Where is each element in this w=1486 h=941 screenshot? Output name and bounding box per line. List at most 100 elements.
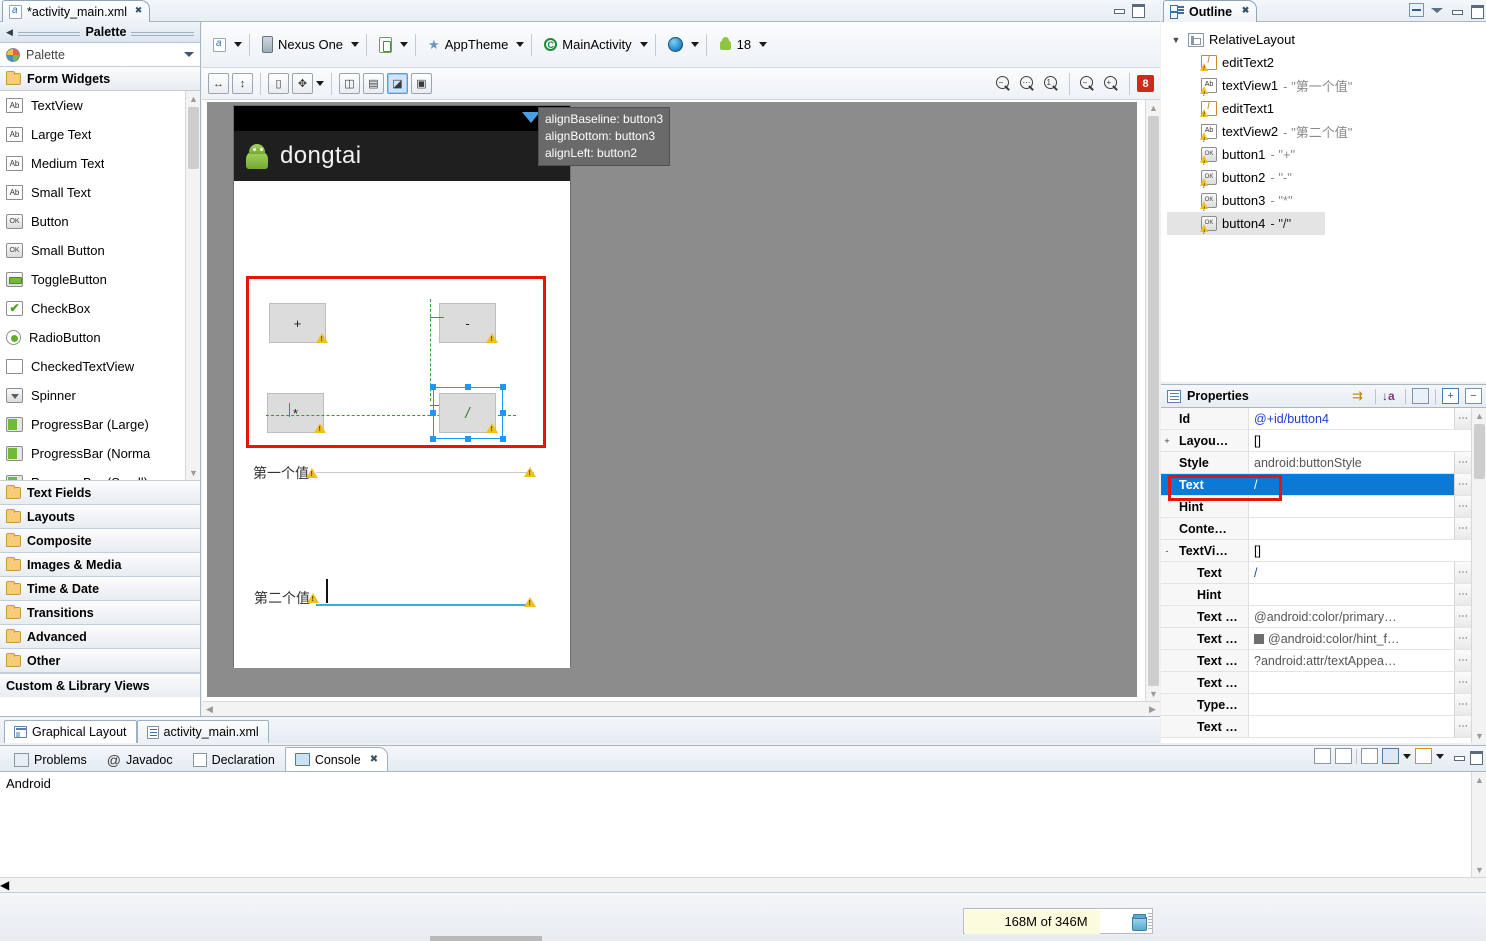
tab-problems[interactable]: Problems: [4, 747, 97, 771]
property-row-text-color[interactable]: Text … @android:color/primary… ⋯: [1161, 606, 1471, 628]
property-edit-button[interactable]: ⋯: [1454, 606, 1471, 627]
maximize-icon[interactable]: [1469, 750, 1482, 762]
error-count-badge[interactable]: 8: [1137, 75, 1154, 92]
outline-tab[interactable]: Outline: [1163, 0, 1257, 22]
property-value[interactable]: @+id/button4: [1249, 408, 1454, 429]
property-row-content-description[interactable]: Conte… ⋯: [1161, 518, 1471, 540]
property-row-text-appearance[interactable]: Text … ?android:attr/textAppea… ⋯: [1161, 650, 1471, 672]
align-center-icon[interactable]: ▤: [363, 73, 384, 94]
clear-console-icon[interactable]: [1314, 748, 1331, 764]
resize-handle-sw[interactable]: [430, 436, 436, 442]
property-row-textview-text[interactable]: Text / ⋯: [1161, 562, 1471, 584]
palette-item-checkedtextview[interactable]: CheckedTextView: [0, 352, 200, 381]
palette-category-layouts[interactable]: Layouts: [0, 504, 200, 529]
palette-category-transitions[interactable]: Transitions: [0, 600, 200, 625]
property-value[interactable]: [1249, 716, 1454, 737]
property-value[interactable]: []: [1249, 430, 1471, 451]
scroll-up-icon[interactable]: ▲: [1146, 100, 1160, 115]
memory-indicator[interactable]: 168M of 346M: [963, 908, 1153, 934]
property-edit-button[interactable]: ⋯: [1454, 474, 1471, 495]
palette-scrollbar[interactable]: ▲ ▼: [185, 91, 200, 480]
chevron-down-icon[interactable]: [400, 42, 408, 47]
tab-console[interactable]: Console ✖: [285, 747, 388, 771]
palette-item-progressbar-normal[interactable]: ProgressBar (Norma: [0, 439, 200, 468]
property-value[interactable]: /: [1249, 562, 1454, 583]
open-dropdown-icon[interactable]: [1436, 754, 1444, 759]
collapse-all-icon[interactable]: [1409, 3, 1424, 17]
chevron-down-icon[interactable]: [184, 52, 194, 57]
console-scrollbar-vertical[interactable]: ▲ ▼: [1471, 772, 1486, 877]
display-dropdown-icon[interactable]: [1403, 754, 1411, 759]
property-value[interactable]: [1249, 584, 1454, 605]
scroll-down-icon[interactable]: ▼: [186, 465, 200, 480]
scrollbar-thumb[interactable]: [1148, 116, 1159, 686]
property-row-text-size[interactable]: Text … ⋯: [1161, 672, 1471, 694]
lock-scroll-icon[interactable]: [1335, 748, 1352, 764]
match-height-icon[interactable]: ↕: [232, 73, 253, 94]
outline-tree[interactable]: ▼ RelativeLayout editText2 textView1 - "…: [1161, 22, 1486, 382]
tree-node-textview2[interactable]: textView2 - "第二个值": [1167, 120, 1486, 143]
align-left-icon[interactable]: ◫: [339, 73, 360, 94]
property-value[interactable]: @android:color/hint_f…: [1249, 628, 1454, 649]
chevron-down-icon[interactable]: [516, 42, 524, 47]
resize-handle-s[interactable]: [465, 436, 471, 442]
scroll-left-icon[interactable]: ◀: [202, 702, 217, 716]
minimize-icon[interactable]: [1452, 750, 1465, 762]
close-icon[interactable]: [133, 5, 144, 16]
scrollbar-thumb[interactable]: [188, 107, 199, 169]
tree-node-edittext2[interactable]: editText2: [1167, 51, 1486, 74]
layout-canvas[interactable]: dongtai + -: [207, 102, 1137, 697]
zoom-in-icon[interactable]: +: [1101, 73, 1122, 94]
chevron-down-icon[interactable]: [759, 42, 767, 47]
palette-item-small-button[interactable]: Small Button: [0, 236, 200, 265]
scroll-up-icon[interactable]: ▲: [1472, 772, 1486, 787]
palette-item-progressbar-small[interactable]: ProgressBar (Small): [0, 468, 200, 481]
scroll-down-icon[interactable]: ▼: [1472, 862, 1486, 877]
palette-item-togglebutton[interactable]: ToggleButton: [0, 265, 200, 294]
property-edit-button[interactable]: ⋯: [1454, 562, 1471, 583]
palette-item-radiobutton[interactable]: RadioButton: [0, 323, 200, 352]
palette-category-composite[interactable]: Composite: [0, 528, 200, 553]
tree-node-edittext1[interactable]: editText1: [1167, 97, 1486, 120]
property-row-style[interactable]: Style android:buttonStyle ⋯: [1161, 452, 1471, 474]
palette-category-time-date[interactable]: Time & Date: [0, 576, 200, 601]
tree-node-button1[interactable]: button1 - "+": [1167, 143, 1486, 166]
open-console-icon[interactable]: [1415, 748, 1432, 764]
property-edit-button[interactable]: ⋯: [1454, 628, 1471, 649]
row-expander[interactable]: -: [1161, 540, 1173, 561]
palette-custom-library-views[interactable]: Custom & Library Views: [0, 673, 200, 697]
tree-node-textview1[interactable]: textView1 - "第一个值": [1167, 74, 1486, 97]
display-console-icon[interactable]: [1382, 748, 1399, 764]
gravity-dropdown-icon[interactable]: [316, 81, 324, 86]
zoom-fit-icon[interactable]: −: [993, 73, 1014, 94]
maximize-icon[interactable]: [1131, 3, 1144, 15]
maximize-icon[interactable]: [1470, 4, 1483, 16]
device-selector[interactable]: Nexus One: [257, 32, 348, 57]
property-edit-button[interactable]: ⋯: [1454, 584, 1471, 605]
zoom-100-icon[interactable]: 1: [1041, 73, 1062, 94]
property-value[interactable]: /: [1249, 474, 1454, 495]
margins-icon[interactable]: ▯: [268, 73, 289, 94]
console-output-panel[interactable]: Android: [0, 772, 1486, 892]
default-view-icon[interactable]: [1412, 388, 1429, 404]
canvas-scrollbar-vertical[interactable]: ▲ ▼: [1145, 100, 1160, 701]
palette-item-textview[interactable]: TextView: [0, 91, 200, 120]
show-advanced-icon[interactable]: ⇉: [1352, 388, 1369, 404]
collapse-left-icon[interactable]: ◀: [6, 27, 13, 38]
palette-item-progressbar-large[interactable]: ProgressBar (Large): [0, 410, 200, 439]
close-icon[interactable]: ✖: [370, 754, 378, 765]
chevron-down-icon[interactable]: [351, 42, 359, 47]
preview-edittext2[interactable]: [316, 604, 534, 606]
view-menu-icon[interactable]: [1431, 8, 1443, 13]
zoom-out-icon[interactable]: −: [1077, 73, 1098, 94]
minimize-icon[interactable]: [1112, 3, 1125, 15]
scroll-down-icon[interactable]: ▼: [1146, 686, 1160, 701]
palette-category-form-widgets[interactable]: Form Widgets: [0, 66, 200, 91]
api-level-selector[interactable]: 18: [714, 33, 756, 56]
property-value[interactable]: [1249, 694, 1454, 715]
tab-graphical-layout[interactable]: Graphical Layout: [4, 720, 137, 743]
chevron-down-icon[interactable]: [691, 42, 699, 47]
scroll-down-icon[interactable]: ▼: [1472, 728, 1486, 743]
resize-handle-w[interactable]: [430, 410, 436, 416]
property-edit-button[interactable]: ⋯: [1454, 694, 1471, 715]
